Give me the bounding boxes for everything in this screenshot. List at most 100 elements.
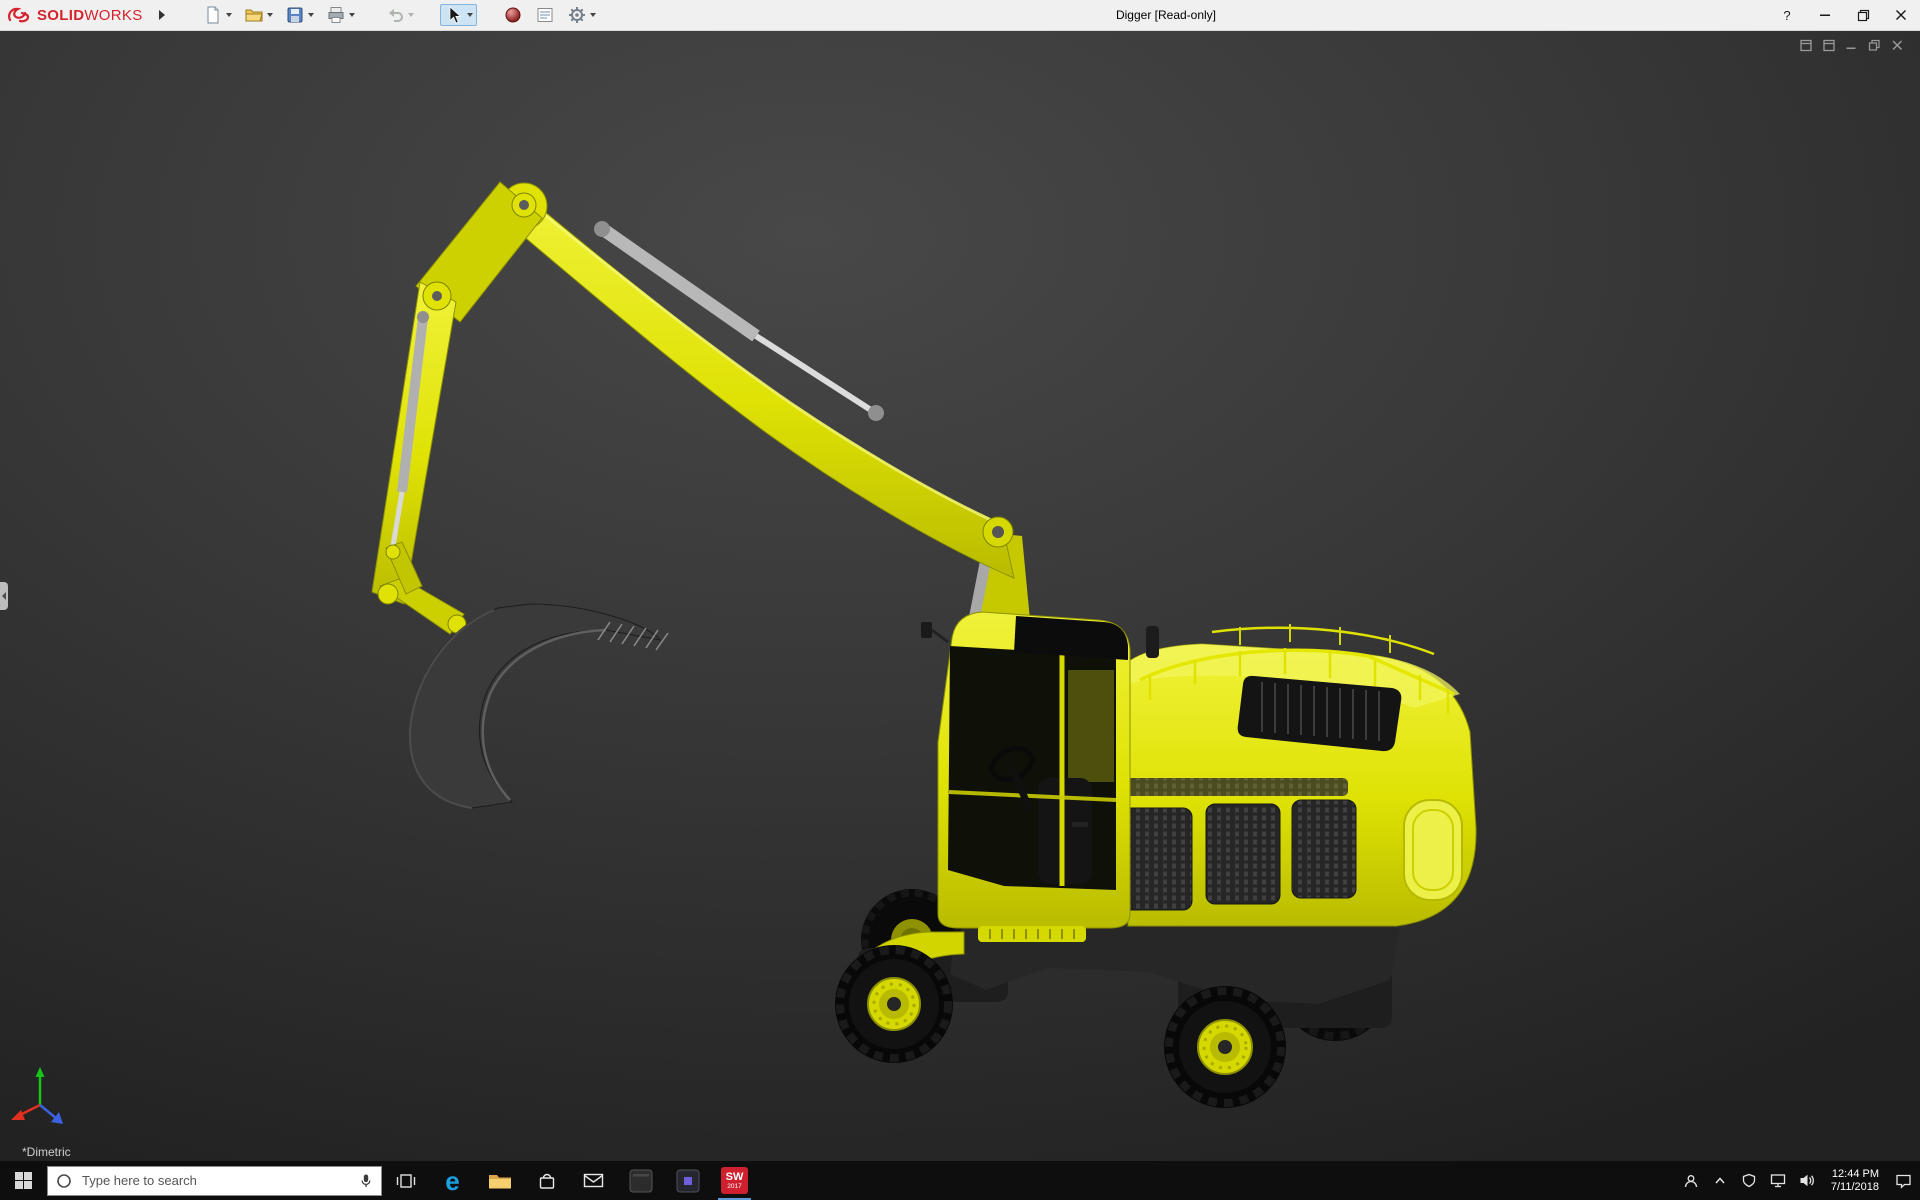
save-button[interactable]: [281, 4, 318, 26]
file-explorer-icon: [488, 1171, 512, 1191]
printer-icon: [326, 5, 346, 25]
sheet-format-button[interactable]: [531, 4, 559, 26]
doc-icon-2[interactable]: [1820, 38, 1837, 53]
taskbar-app-mail[interactable]: [570, 1161, 617, 1200]
store-bag-icon: [537, 1171, 557, 1191]
open-document-button[interactable]: [240, 4, 277, 26]
task-view-button[interactable]: [382, 1161, 429, 1200]
minimize-button[interactable]: [1806, 0, 1844, 30]
new-document-icon: [203, 5, 223, 25]
taskbar: e SW 2017: [0, 1161, 1920, 1200]
undo-arrow-icon: [385, 5, 405, 25]
doc-sheet-icon: [1799, 39, 1813, 52]
seat: [1038, 778, 1092, 884]
tray-overflow-button[interactable]: [1711, 1161, 1729, 1200]
taskbar-app-solidworks[interactable]: SW 2017: [711, 1161, 758, 1200]
sw-badge-top: SW: [726, 1172, 744, 1183]
windows-logo-icon: [15, 1172, 33, 1190]
panel-collapse-handle[interactable]: [0, 582, 8, 610]
volume-tray-button[interactable]: [1798, 1161, 1816, 1200]
select-cursor-icon: [444, 5, 464, 25]
clock-time: 12:44 PM: [1832, 1168, 1879, 1181]
clock-date: 7/11/2018: [1831, 1181, 1879, 1194]
volume-icon: [1799, 1173, 1815, 1188]
doc-sheet-icon: [1822, 39, 1836, 52]
select-cursor-button[interactable]: [440, 4, 477, 26]
action-center-icon: [1895, 1173, 1912, 1189]
dassault-logo-icon: [6, 6, 32, 24]
app-logo: SOLIDWORKS: [0, 6, 149, 24]
doc-close-button[interactable]: [1889, 38, 1906, 53]
network-icon: [1770, 1173, 1786, 1188]
network-tray-button[interactable]: [1769, 1161, 1787, 1200]
quick-access-toolbar: [199, 0, 600, 30]
taskbar-clock[interactable]: 12:44 PM 7/11/2018: [1827, 1161, 1883, 1200]
door-handle: [1072, 822, 1088, 827]
people-button[interactable]: [1682, 1161, 1700, 1200]
cab[interactable]: [921, 612, 1130, 928]
wheel-rear-near[interactable]: [1164, 986, 1286, 1108]
restore-button[interactable]: [1844, 0, 1882, 30]
sheet-format-icon: [535, 5, 555, 25]
start-button[interactable]: [0, 1161, 47, 1200]
caption-buttons: ?: [1768, 0, 1920, 30]
taskbar-app-store[interactable]: [523, 1161, 570, 1200]
save-floppy-icon: [285, 5, 305, 25]
brand-solid: SOLID: [37, 7, 84, 24]
wheel-front-near[interactable]: [835, 945, 953, 1063]
people-icon: [1683, 1173, 1699, 1189]
new-document-button[interactable]: [199, 4, 236, 26]
sw-badge-bottom: 2017: [727, 1183, 741, 1190]
graphics-area: [0, 30, 1920, 1161]
options-gear-button[interactable]: [563, 4, 600, 26]
task-view-icon: [396, 1172, 416, 1190]
print-button[interactable]: [322, 4, 359, 26]
running-board: [978, 926, 1086, 942]
chevron-up-icon: [1714, 1176, 1726, 1186]
close-button[interactable]: [1882, 0, 1920, 30]
brand-wordmark: SOLIDWORKS: [37, 7, 143, 24]
mail-envelope-icon: [583, 1172, 604, 1189]
model-viewport[interactable]: *Dimetric: [0, 30, 1920, 1161]
taskbar-app-dark-2[interactable]: [664, 1161, 711, 1200]
window-title: Digger [Read-only]: [1116, 0, 1216, 30]
doc-restore-button[interactable]: [1866, 38, 1883, 53]
appearance-sphere-button[interactable]: [499, 4, 527, 26]
defender-shield-icon: [1742, 1173, 1756, 1188]
search-input[interactable]: [80, 1172, 351, 1189]
edge-icon: e: [445, 1168, 459, 1194]
doc-minimize-button[interactable]: [1843, 38, 1860, 53]
doc-restore-icon: [1868, 39, 1881, 52]
security-tray-button[interactable]: [1740, 1161, 1758, 1200]
dark-app-icon-2: [676, 1169, 700, 1193]
side-mirror: [921, 622, 932, 638]
taskbar-app-file-explorer[interactable]: [476, 1161, 523, 1200]
taskbar-app-edge[interactable]: e: [429, 1161, 476, 1200]
appearance-sphere-icon: [503, 5, 523, 25]
close-icon: [1895, 9, 1907, 21]
microphone-icon[interactable]: [359, 1173, 373, 1188]
solidworks-icon: SW 2017: [721, 1167, 748, 1194]
taskbar-search: [47, 1166, 382, 1196]
engine-housing[interactable]: [1118, 624, 1476, 926]
minimize-icon: [1819, 9, 1831, 21]
doc-close-icon: [1891, 39, 1904, 52]
dark-app-icon-1: [629, 1169, 653, 1193]
action-center-button[interactable]: [1894, 1161, 1912, 1200]
gear-icon: [567, 5, 587, 25]
exhaust-stack: [1146, 626, 1159, 658]
restore-icon: [1857, 9, 1870, 22]
cortana-circle-icon: [56, 1173, 72, 1189]
help-button[interactable]: ?: [1768, 0, 1806, 30]
menu-expand-arrow-icon[interactable]: [159, 10, 165, 20]
open-folder-icon: [244, 5, 264, 25]
system-tray: 12:44 PM 7/11/2018: [1682, 1161, 1920, 1200]
brand-works: WORKS: [84, 7, 142, 24]
undo-button[interactable]: [381, 4, 418, 26]
doc-icon-1[interactable]: [1797, 38, 1814, 53]
view-orientation-label: *Dimetric: [22, 1145, 71, 1159]
doc-minimize-icon: [1845, 39, 1858, 52]
document-window-controls: [1797, 38, 1906, 53]
taskbar-app-dark-1[interactable]: [617, 1161, 664, 1200]
titlebar: SOLIDWORKS: [0, 0, 1920, 31]
